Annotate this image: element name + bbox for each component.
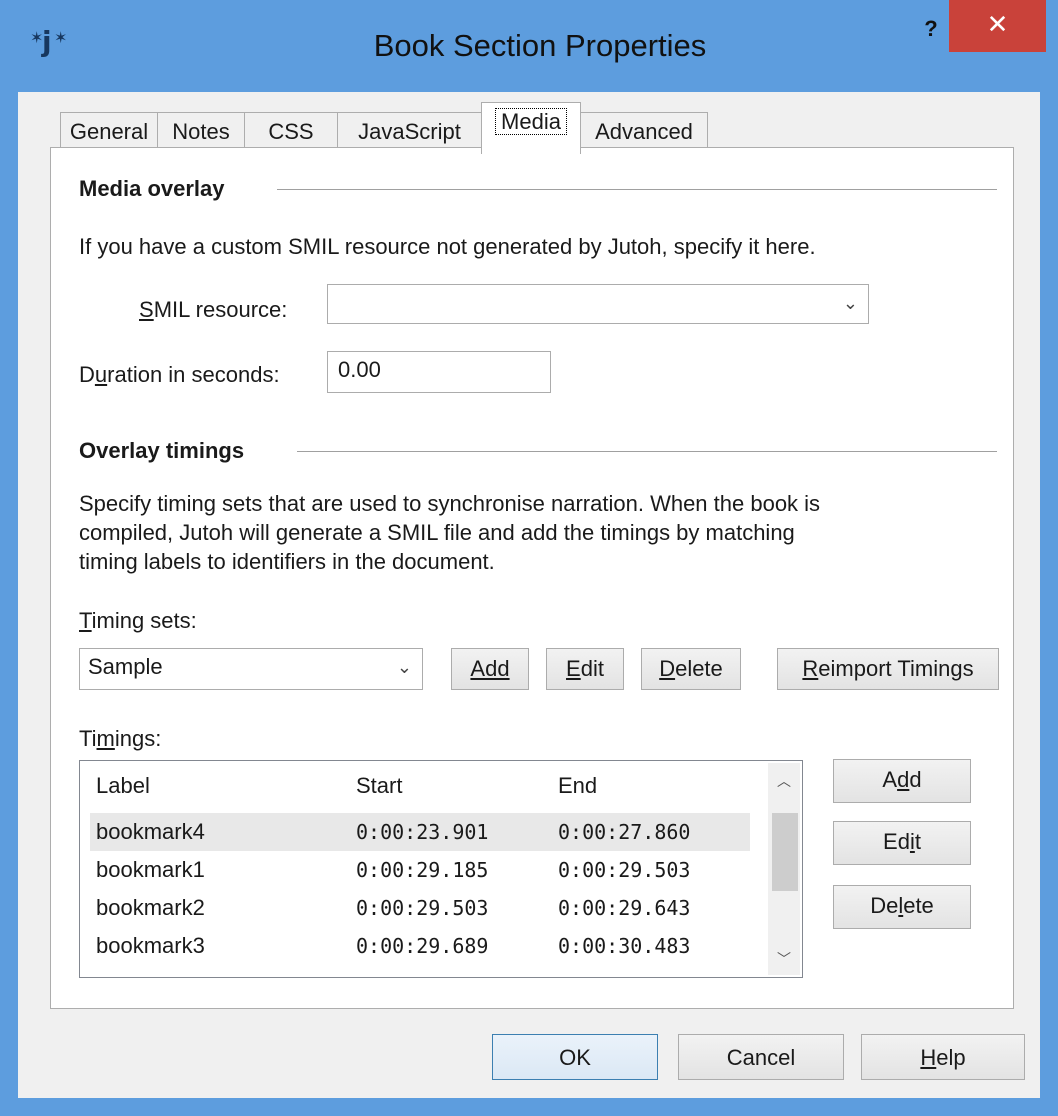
delete-timing-set-button[interactable]: Delete xyxy=(641,648,741,690)
column-header-start[interactable]: Start xyxy=(356,773,402,799)
row-end: 0:00:29.503 xyxy=(558,858,691,882)
scrollbar-thumb[interactable] xyxy=(772,813,798,891)
tab-javascript[interactable]: JavaScript xyxy=(337,112,482,152)
column-header-end[interactable]: End xyxy=(558,773,597,799)
section-divider xyxy=(297,451,997,452)
media-panel: Media overlay If you have a custom SMIL … xyxy=(50,147,1014,1009)
row-label: bookmark4 xyxy=(96,819,205,844)
row-start: 0:00:23.901 xyxy=(356,820,489,844)
edit-timing-button[interactable]: Edit xyxy=(833,821,971,865)
add-timing-button[interactable]: Add xyxy=(833,759,971,803)
media-overlay-description: If you have a custom SMIL resource not g… xyxy=(79,234,816,259)
table-row[interactable]: bookmark4 0:00:23.901 0:00:27.860 xyxy=(90,813,750,851)
timings-label: Timings: xyxy=(79,726,162,751)
row-start: 0:00:29.503 xyxy=(356,896,489,920)
scroll-up-icon[interactable]: ︿ xyxy=(768,771,800,791)
row-label: bookmark2 xyxy=(96,895,205,920)
timing-set-value: Sample xyxy=(88,654,163,679)
column-header-label[interactable]: Label xyxy=(96,773,150,799)
app-icon: ✶ j ✶ xyxy=(30,25,68,58)
close-button[interactable]: ✕ xyxy=(949,0,1046,52)
tab-media-label: Media xyxy=(495,108,567,135)
row-label: bookmark3 xyxy=(96,933,205,958)
tab-notes[interactable]: Notes xyxy=(157,112,245,152)
table-row[interactable]: bookmark2 0:00:29.503 0:00:29.643 xyxy=(90,889,750,927)
timings-scrollbar[interactable]: ︿ ﹀ xyxy=(768,763,800,975)
section-divider xyxy=(277,189,997,190)
window-title: Book Section Properties xyxy=(373,28,707,63)
ok-button[interactable]: OK xyxy=(492,1034,658,1080)
row-end: 0:00:30.483 xyxy=(558,934,691,958)
row-label: bookmark1 xyxy=(96,857,205,882)
timings-list[interactable]: Label Start End bookmark4 0:00:23.901 0:… xyxy=(79,760,803,978)
tab-advanced[interactable]: Advanced xyxy=(580,112,708,152)
reimport-timings-button[interactable]: Reimport Timings xyxy=(777,648,999,690)
help-title-button[interactable]: ? xyxy=(916,14,946,44)
edit-timing-set-button[interactable]: Edit xyxy=(546,648,624,690)
row-end: 0:00:29.643 xyxy=(558,896,691,920)
duration-field[interactable]: 0.00 xyxy=(327,351,551,393)
overlay-timings-description-line-1: Specify timing sets that are used to syn… xyxy=(79,491,821,516)
overlay-timings-description-line-3: timing labels to identifiers in the docu… xyxy=(79,549,495,574)
row-start: 0:00:29.185 xyxy=(356,858,489,882)
title-bar[interactable]: ✶ j ✶ Book Section Properties ? ✕ xyxy=(0,0,1058,90)
help-button[interactable]: Help xyxy=(861,1034,1025,1080)
tab-css[interactable]: CSS xyxy=(244,112,338,152)
duration-value: 0.00 xyxy=(338,357,381,382)
timings-list-header: Label Start End xyxy=(80,761,770,809)
scroll-down-icon[interactable]: ﹀ xyxy=(768,949,800,969)
row-end: 0:00:27.860 xyxy=(558,820,691,844)
smil-resource-label: SMIL resource: xyxy=(139,297,288,322)
cancel-button[interactable]: Cancel xyxy=(678,1034,844,1080)
overlay-timings-heading: Overlay timings xyxy=(79,438,245,463)
dialog-client-area: General Notes CSS JavaScript Media Advan… xyxy=(18,92,1040,1098)
dialog-window: ✶ j ✶ Book Section Properties ? ✕ Genera… xyxy=(0,0,1058,1116)
chevron-down-icon: ⌄ xyxy=(842,293,858,313)
tab-general[interactable]: General xyxy=(60,112,158,152)
timing-sets-label: Timing sets: xyxy=(79,608,197,633)
table-row[interactable]: bookmark1 0:00:29.185 0:00:29.503 xyxy=(90,851,750,889)
delete-timing-button[interactable]: Delete xyxy=(833,885,971,929)
add-timing-set-button[interactable]: Add xyxy=(451,648,529,690)
chevron-down-icon: ⌄ xyxy=(396,657,412,677)
table-row[interactable]: bookmark3 0:00:29.689 0:00:30.483 xyxy=(90,927,750,965)
timing-sets-dropdown[interactable]: Sample ⌄ xyxy=(79,648,423,690)
tab-media[interactable]: Media xyxy=(481,102,581,154)
duration-label: Duration in seconds: xyxy=(79,362,280,387)
smil-resource-dropdown[interactable]: ⌄ xyxy=(327,284,869,324)
media-overlay-heading: Media overlay xyxy=(79,176,225,201)
row-start: 0:00:29.689 xyxy=(356,934,489,958)
overlay-timings-description-line-2: compiled, Jutoh will generate a SMIL fil… xyxy=(79,520,795,545)
